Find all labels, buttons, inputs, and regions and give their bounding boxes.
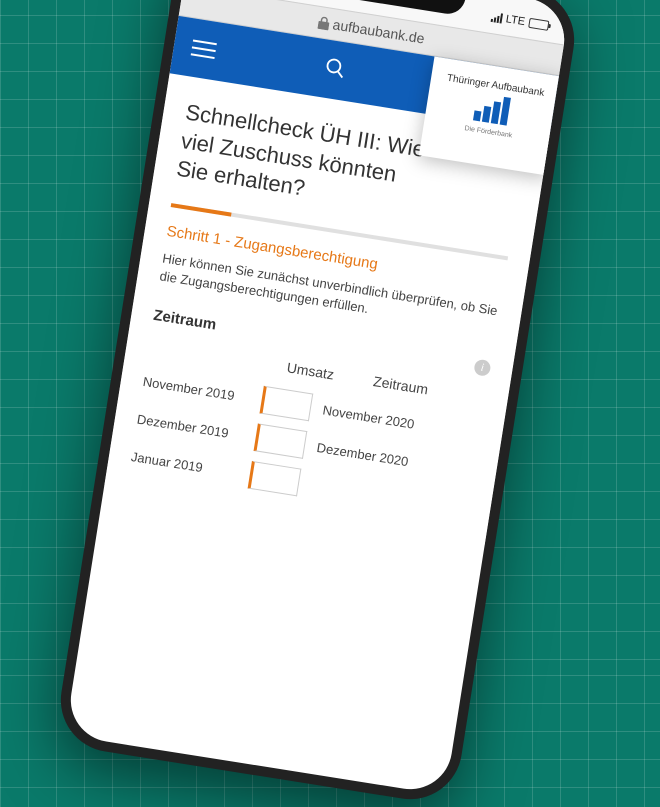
col-umsatz: Umsatz <box>286 359 335 382</box>
period-left: November 2019 <box>142 374 263 408</box>
network-label: LTE <box>505 13 526 28</box>
menu-icon[interactable] <box>191 39 217 59</box>
section-title: Zeitraum <box>152 307 217 334</box>
umsatz-input[interactable] <box>248 461 302 496</box>
brand-logo[interactable]: Thüringer Aufbaubank Die Förderbank <box>419 56 563 175</box>
info-icon[interactable]: i <box>473 358 491 376</box>
battery-icon <box>528 18 549 31</box>
col-zeitraum: Zeitraum <box>372 373 429 397</box>
umsatz-input[interactable] <box>254 423 308 458</box>
umsatz-input[interactable] <box>259 386 313 421</box>
lock-icon <box>317 15 330 30</box>
period-left: Dezember 2019 <box>136 411 257 445</box>
period-left: Januar 2019 <box>130 449 251 483</box>
signal-icon <box>490 12 502 24</box>
search-icon[interactable] <box>322 55 348 85</box>
period-right <box>299 483 468 510</box>
